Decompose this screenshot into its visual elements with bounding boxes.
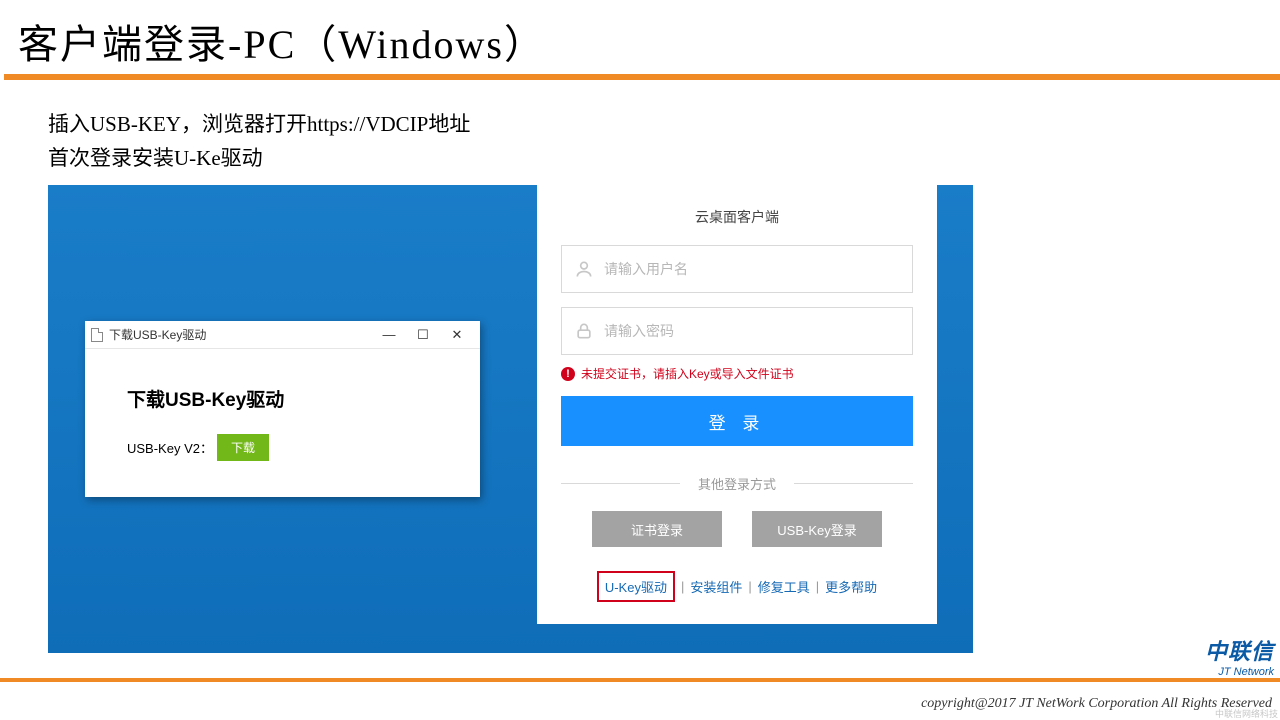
logo: 中联信 JT Network xyxy=(1205,634,1274,678)
document-icon xyxy=(91,328,103,342)
usbkey-login-button[interactable]: USB-Key登录 xyxy=(752,511,882,547)
download-dialog: 下载USB-Key驱动 — ☐ ✕ 下载USB-Key驱动 USB-Key V2… xyxy=(85,321,480,497)
cert-login-button[interactable]: 证书登录 xyxy=(592,511,722,547)
dialog-heading: 下载USB-Key驱动 xyxy=(127,385,438,412)
login-card-title: 云桌面客户端 xyxy=(561,207,913,227)
alt-login-divider: 其他登录方式 xyxy=(561,474,913,493)
close-button[interactable]: ✕ xyxy=(440,327,474,343)
slide-title: 客户端登录-PC（Windows） xyxy=(0,0,1280,74)
download-button[interactable]: 下载 xyxy=(217,434,269,461)
dialog-title: 下载USB-Key驱动 xyxy=(109,326,206,343)
lock-icon xyxy=(574,321,594,341)
version-label: USB-Key V2： xyxy=(127,438,213,457)
password-field[interactable] xyxy=(561,307,913,355)
repair-tool-link[interactable]: 修复工具 xyxy=(758,577,810,596)
ukey-driver-link[interactable]: U-Key驱动 xyxy=(605,577,667,596)
separator: | xyxy=(816,579,819,594)
dialog-titlebar[interactable]: 下载USB-Key驱动 — ☐ ✕ xyxy=(85,321,480,349)
footer-bar xyxy=(0,678,1280,682)
watermark: 中联信网络科技 xyxy=(1215,707,1278,720)
separator: | xyxy=(748,579,751,594)
username-input[interactable] xyxy=(604,261,900,277)
separator: | xyxy=(681,579,684,594)
logo-cn: 中联信 xyxy=(1205,634,1274,666)
ukey-driver-highlight: U-Key驱动 xyxy=(597,571,675,602)
password-input[interactable] xyxy=(604,323,900,339)
login-card: 云桌面客户端 ! 未提交证书，请插入Key或导入文件证书 登 录 其他登录方式 … xyxy=(537,185,937,624)
help-links: U-Key驱动 | 安装组件 | 修复工具 | 更多帮助 xyxy=(561,571,913,602)
subtitle-line2: 首次登录安装U-Ke驱动 xyxy=(48,142,1280,176)
error-text: 未提交证书，请插入Key或导入文件证书 xyxy=(581,365,794,382)
minimize-button[interactable]: — xyxy=(372,327,406,342)
error-row: ! 未提交证书，请插入Key或导入文件证书 xyxy=(561,365,913,382)
screenshot-area: 云桌面客户端 ! 未提交证书，请插入Key或导入文件证书 登 录 其他登录方式 … xyxy=(48,185,973,665)
maximize-button[interactable]: ☐ xyxy=(406,327,440,343)
user-icon xyxy=(574,259,594,279)
slide-subtitle: 插入USB-KEY，浏览器打开https://VDCIP地址 首次登录安装U-K… xyxy=(0,80,1280,175)
divider-label: 其他登录方式 xyxy=(680,474,794,493)
more-help-link[interactable]: 更多帮助 xyxy=(825,577,877,596)
install-component-link[interactable]: 安装组件 xyxy=(690,577,742,596)
alert-icon: ! xyxy=(561,367,575,381)
subtitle-line1: 插入USB-KEY，浏览器打开https://VDCIP地址 xyxy=(48,108,1280,142)
logo-en: JT Network xyxy=(1205,666,1274,678)
login-button[interactable]: 登 录 xyxy=(561,396,913,446)
username-field[interactable] xyxy=(561,245,913,293)
